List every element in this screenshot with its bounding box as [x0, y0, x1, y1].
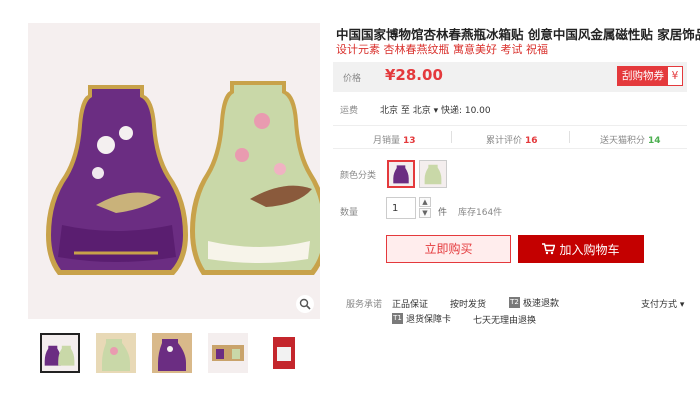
thumbnail-2[interactable]	[96, 333, 136, 373]
coupon-label: 刮购物券	[618, 67, 668, 85]
service-fast-refund: T2 极速退款	[509, 297, 560, 309]
price-panel: 价格 ¥28.00 刮购物券 ¥	[333, 62, 687, 92]
refund-icon: T2	[509, 297, 520, 308]
buy-now-button[interactable]: 立即购买	[386, 235, 511, 263]
product-subtitle: 设计元素 杏林春燕纹瓶 寓意美好 考试 祝福	[336, 43, 548, 56]
quantity-label: 数量	[340, 208, 359, 218]
shipping-destination[interactable]: 北京 至 北京 ▾ 快递: 10.00	[380, 103, 491, 116]
color-label: 颜色分类	[340, 171, 377, 181]
main-product-image[interactable]	[28, 23, 320, 319]
zoom-icon[interactable]	[296, 295, 314, 313]
payment-methods-dropdown[interactable]: 支付方式 ▾	[641, 297, 684, 310]
service-return-card: T1 退货保障卡	[392, 313, 452, 325]
service-label: 服务承诺	[346, 300, 383, 310]
total-reviews[interactable]: 累计评价 16	[486, 133, 538, 146]
price-value: ¥28.00	[385, 66, 443, 84]
service-genuine: 正品保证	[392, 300, 429, 310]
thumbnail-1[interactable]	[40, 333, 80, 373]
add-to-cart-button[interactable]: 加入购物车	[518, 235, 644, 263]
quantity-decrease-button[interactable]: ▼	[419, 208, 431, 218]
coupon-button[interactable]: 刮购物券 ¥	[617, 66, 683, 86]
cart-icon	[542, 243, 556, 255]
vase-illustration	[28, 23, 320, 319]
return-card-icon: T1	[392, 313, 403, 324]
monthly-sales: 月销量 13	[373, 136, 416, 146]
price-label: 价格	[343, 74, 362, 84]
thumbnail-5[interactable]	[264, 333, 304, 373]
shipping-label: 运费	[340, 106, 359, 116]
service-ontime: 按时发货	[450, 300, 487, 310]
color-option-purple[interactable]	[387, 160, 415, 188]
thumbnail-3[interactable]	[152, 333, 192, 373]
tmall-points: 送天猫积分 14	[600, 136, 661, 146]
color-option-green[interactable]	[419, 160, 447, 188]
quantity-input[interactable]	[386, 197, 416, 219]
add-to-cart-label: 加入购物车	[559, 242, 620, 257]
quantity-increase-button[interactable]: ▲	[419, 197, 431, 207]
stock-count: 库存164件	[458, 208, 503, 218]
service-seven-day-return: 七天无理由退换	[473, 316, 537, 326]
thumbnail-4[interactable]	[208, 333, 248, 373]
quantity-unit: 件	[438, 208, 448, 218]
coupon-yen-icon: ¥	[671, 70, 679, 82]
sales-stats: 月销量 13 累计评价 16 送天猫积分 14	[333, 125, 687, 149]
